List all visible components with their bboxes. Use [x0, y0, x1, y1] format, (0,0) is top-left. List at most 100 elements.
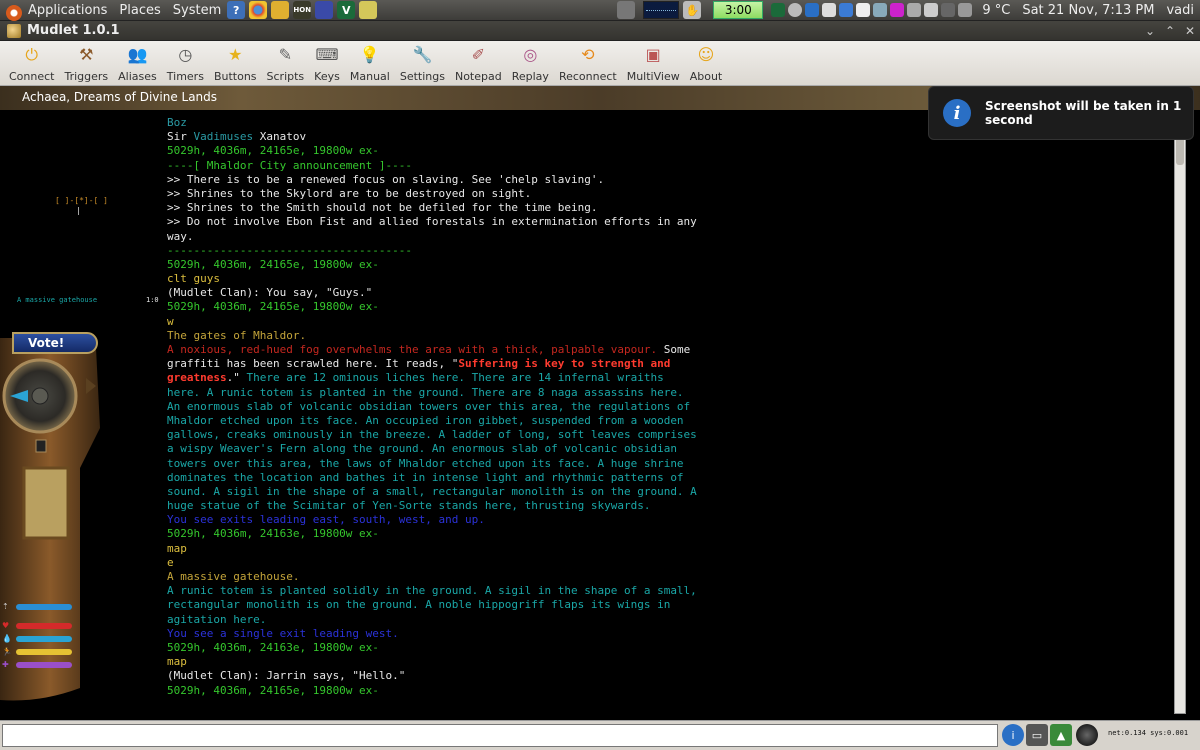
disc-tray-icon[interactable]	[788, 3, 803, 17]
toolbar-connect-button[interactable]: ⏻ Connect	[4, 41, 59, 84]
buttons-label: Buttons	[213, 70, 257, 83]
toolbar-aliases-button[interactable]: 👥 Aliases	[113, 41, 162, 84]
volume-icon[interactable]	[941, 3, 956, 17]
console-line: e	[167, 556, 1167, 570]
help-icon[interactable]: ?	[227, 1, 246, 19]
toolbar-scripts-button[interactable]: ✎ Scripts	[262, 41, 310, 84]
main-toolbar: ⏻ Connect ⚒ Triggers 👥 Aliases ◷ Timers ★ But…	[0, 41, 1200, 86]
console-text: >> There is to be a renewed focus on sla…	[167, 172, 605, 186]
toolbar-settings-button[interactable]: 🔧 Settings	[395, 41, 450, 84]
bluetooth-tray-icon[interactable]	[839, 3, 854, 17]
chat-tray-icon[interactable]	[890, 3, 905, 17]
toolbar-multiview-button[interactable]: ▣ MultiView	[622, 41, 685, 84]
endurance-icon: 🏃	[2, 647, 12, 656]
compass-up-button[interactable]	[35, 439, 47, 453]
toolbar-triggers-button[interactable]: ⚒ Triggers	[59, 41, 113, 84]
multiview-label: MultiView	[626, 70, 680, 83]
vote-button[interactable]: Vote!	[12, 332, 98, 354]
clock[interactable]: Sat 21 Nov, 7:13 PM	[1022, 3, 1154, 18]
console-line: greatness." There are 12 ominous liches …	[167, 371, 1167, 385]
toolbar-about-button[interactable]: ☺ About	[685, 41, 728, 84]
vs-icon[interactable]: V	[337, 1, 356, 19]
hand-icon[interactable]: ✋	[683, 1, 702, 19]
console-text: Suffering is key to strength and	[458, 357, 671, 371]
log-button-icon[interactable]: ▭	[1026, 724, 1048, 746]
console-text: Sir	[167, 130, 194, 144]
window-title: Mudlet 1.0.1	[27, 23, 120, 38]
chrome-icon[interactable]	[249, 1, 268, 19]
toolbar-notepad-button[interactable]: ✐ Notepad	[450, 41, 507, 84]
keyboard-tray-icon[interactable]	[907, 3, 922, 17]
console-text: gallows, creaks ominously in the breeze.…	[167, 428, 697, 442]
console-line: 5029h, 4036m, 24165e, 19800w ex-	[167, 684, 1167, 698]
notes-icon[interactable]	[271, 1, 290, 19]
mana-bar	[16, 635, 72, 642]
clipboard-tray-icon[interactable]	[856, 3, 871, 17]
network-signal-icon[interactable]	[924, 3, 939, 17]
console-line: way.	[167, 230, 1167, 244]
console-line: towers over this area, the laws of Mhald…	[167, 457, 1167, 471]
timer-widget[interactable]: 3:00	[713, 1, 764, 19]
window-menu-icon[interactable]: ⌄	[1140, 24, 1160, 38]
triggers-icon: ⚒	[79, 45, 94, 64]
mudlet-app-icon[interactable]	[7, 23, 21, 38]
console-line: (Mudlet Clan): Jarrin says, "Hello."	[167, 669, 1167, 683]
settings-icon: 🔧	[412, 45, 433, 64]
console-line: 5029h, 4036m, 24165e, 19800w ex-	[167, 300, 1167, 314]
vote-label: Vote!	[28, 336, 65, 350]
console-line: A noxious, red-hued fog overwhelms the a…	[167, 343, 1167, 357]
no-sound-tray-icon[interactable]	[822, 3, 837, 17]
close-icon[interactable]: ✕	[1180, 24, 1200, 38]
hon-icon[interactable]: HON	[293, 1, 312, 19]
toolbar-reconnect-button[interactable]: ⟲ Reconnect	[554, 41, 622, 84]
health-bar	[16, 622, 72, 629]
toolbar-replay-button[interactable]: ◎ Replay	[507, 41, 554, 84]
notification-text: Screenshot will be taken in 1 second	[985, 99, 1182, 127]
aliases-icon: 👥	[127, 45, 148, 64]
toolbar-keys-button[interactable]: ⌨ Keys	[309, 41, 345, 84]
console-text: Xanatov	[253, 130, 307, 144]
mud-output[interactable]: Boz Sir Vadimuses Xanatov 5029h, 4036m, 24…	[167, 116, 1167, 706]
reconnect-icon: ⟲	[581, 45, 595, 64]
console-text: 5029h, 4036m, 24165e, 19800w ex-	[167, 300, 379, 314]
mudlet-launcher-icon[interactable]	[359, 1, 378, 19]
gauge-mana: 💧	[2, 632, 98, 645]
globe-icon[interactable]	[315, 1, 334, 19]
weather-tray-icon[interactable]	[873, 3, 888, 17]
manual-icon: 💡	[359, 45, 380, 64]
console-text: here. A runic totem is planted in the gr…	[167, 385, 684, 399]
balance-bar	[16, 603, 72, 610]
console-text: towers over this area, the laws of Mhald…	[167, 456, 684, 470]
console-text: clt guys	[167, 272, 220, 286]
console-text: (Mudlet Clan): Jarrin says, "Hello."	[167, 669, 406, 683]
workspace-icon[interactable]	[617, 1, 636, 19]
system-menu[interactable]: System	[167, 3, 227, 18]
console-line: rectangular monolith is on the ground. A…	[167, 598, 1167, 612]
net-sys-status: net:0.134 sys:0.001	[1108, 729, 1189, 737]
info-button-icon[interactable]: i	[1002, 724, 1024, 746]
console-text: Boz	[167, 116, 187, 129]
console-line: clt guys	[167, 272, 1167, 286]
console-line: The gates of Mhaldor.	[167, 329, 1167, 343]
toolbar-buttons-button[interactable]: ★ Buttons	[209, 41, 262, 84]
command-input[interactable]	[2, 724, 998, 747]
places-menu[interactable]: Places	[113, 3, 166, 18]
vs-tray-icon[interactable]	[771, 3, 786, 17]
console-text: way.	[167, 229, 194, 243]
mail-icon[interactable]	[958, 3, 973, 17]
maximize-icon[interactable]: ⌃	[1160, 24, 1180, 38]
connection-light-icon[interactable]	[1076, 724, 1098, 746]
applications-menu[interactable]: Applications	[0, 3, 113, 21]
weather-temperature[interactable]: 9 °C	[982, 3, 1010, 18]
output-scrollbar[interactable]	[1174, 116, 1186, 714]
system-monitor-graph[interactable]	[643, 1, 680, 19]
info-icon: i	[943, 99, 971, 127]
toolbar-manual-button[interactable]: 💡 Manual	[345, 41, 395, 84]
keys-icon: ⌨	[315, 45, 339, 64]
user-menu[interactable]: vadi	[1166, 3, 1194, 18]
map-room-name: A massive gatehouse	[17, 296, 98, 304]
toolbar-timers-button[interactable]: ◷ Timers	[162, 41, 209, 84]
skype-tray-icon[interactable]	[805, 3, 820, 17]
emergency-stop-icon[interactable]: ▲	[1050, 724, 1072, 746]
console-line: agitation here.	[167, 613, 1167, 627]
